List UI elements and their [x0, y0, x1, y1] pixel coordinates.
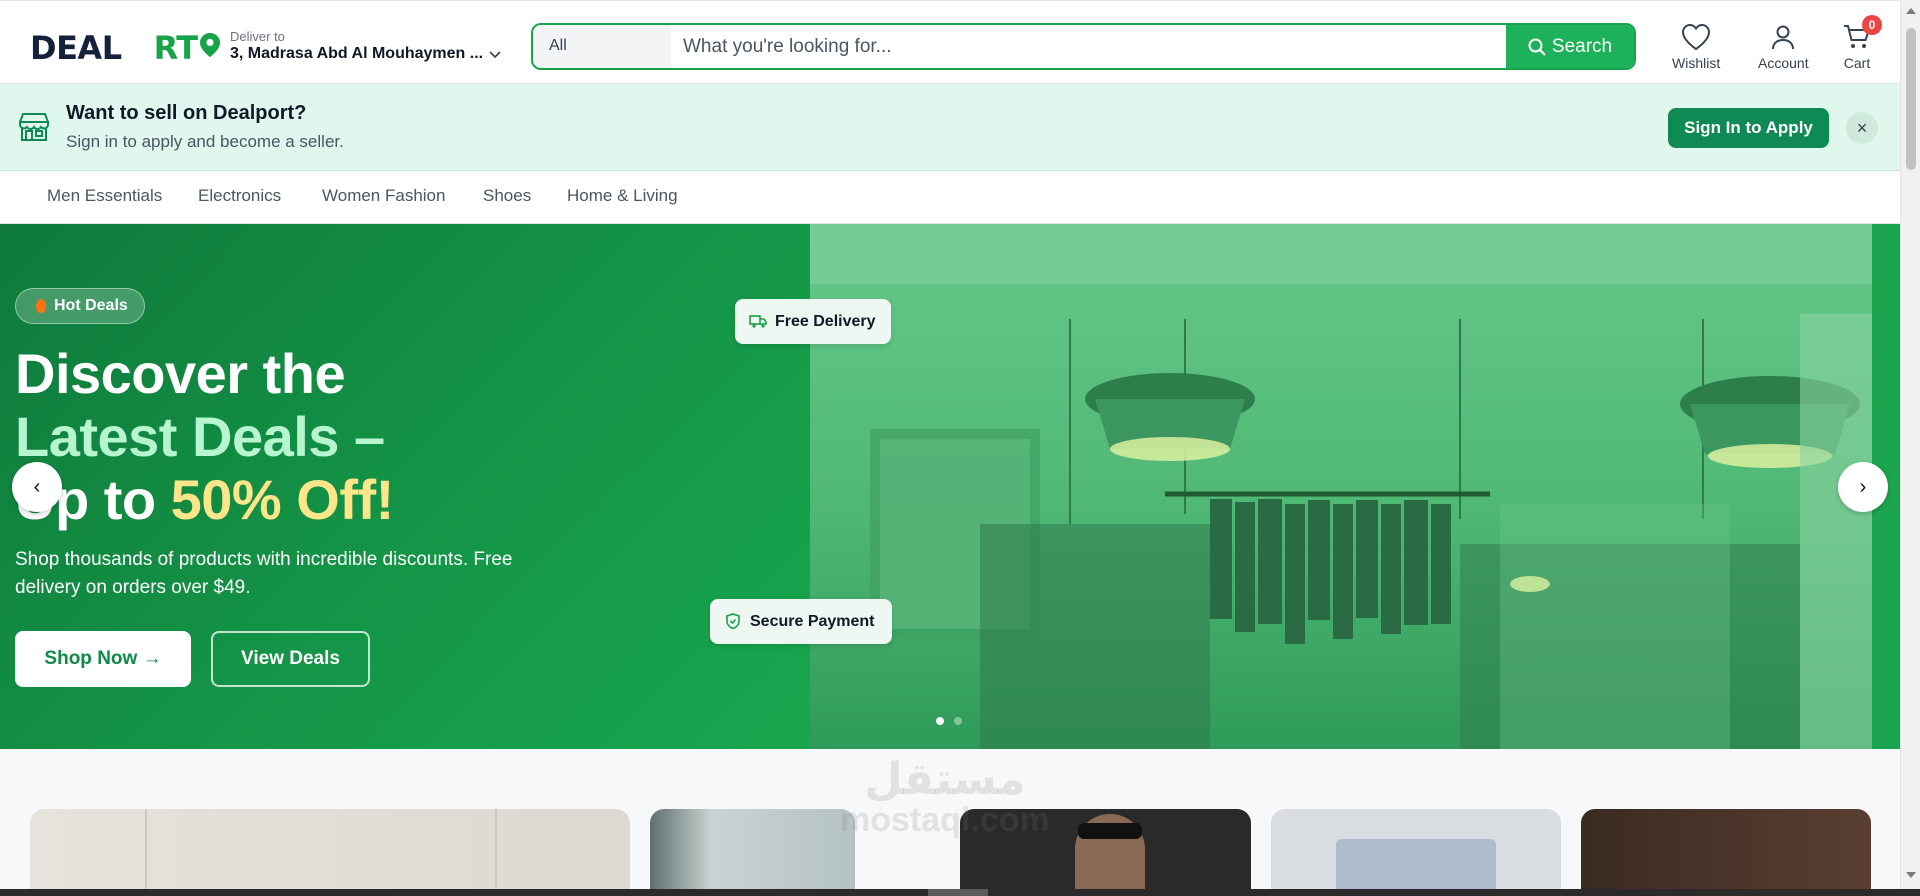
account-label: Account	[1758, 55, 1809, 71]
carousel-dot[interactable]	[954, 717, 962, 725]
carousel-prev-button[interactable]: ‹	[12, 462, 62, 512]
free-delivery-label: Free Delivery	[775, 313, 876, 330]
scroll-up-icon[interactable]	[1906, 8, 1916, 14]
deliver-label: Deliver to	[230, 29, 285, 44]
category-women-fashion[interactable]: Women Fashion	[322, 186, 445, 206]
scroll-down-icon[interactable]	[1906, 872, 1916, 878]
deliver-address: 3, Madrasa Abd Al Mouhaymen ...	[230, 45, 484, 62]
cart-label: Cart	[1843, 55, 1871, 71]
sign-in-to-apply-button[interactable]: Sign In to Apply	[1668, 108, 1829, 148]
horizontal-scrollbar[interactable]	[0, 889, 1920, 896]
category-electronics[interactable]: Electronics	[198, 186, 281, 206]
free-delivery-pill: Free Delivery	[735, 299, 891, 344]
carousel-dot-active[interactable]	[936, 717, 944, 725]
promo-card[interactable]	[1271, 809, 1561, 896]
vertical-scrollbar[interactable]	[1900, 0, 1920, 896]
secure-payment-pill: Secure Payment	[710, 599, 892, 644]
search-button[interactable]: Search	[1506, 25, 1634, 68]
promo-card[interactable]	[1581, 809, 1871, 896]
promo-card[interactable]	[650, 809, 855, 896]
category-men-essentials[interactable]: Men Essentials	[47, 186, 162, 206]
watermark-arabic: مستقل	[864, 755, 1026, 804]
location-pin-icon	[200, 33, 220, 57]
account-button[interactable]: Account	[1758, 23, 1809, 71]
close-icon[interactable]: ×	[1846, 112, 1878, 144]
cart-button[interactable]: 0 Cart	[1842, 15, 1882, 71]
search-bar: All Search	[531, 23, 1636, 70]
view-deals-button[interactable]: View Deals	[211, 631, 370, 687]
horizontal-scrollbar-thumb[interactable]	[928, 889, 988, 896]
category-shoes[interactable]: Shoes	[483, 186, 531, 206]
search-input[interactable]	[683, 25, 1503, 68]
watermark-latin: mostaql.com	[840, 801, 1050, 839]
category-nav: Men Essentials Electronics Women Fashion…	[0, 172, 1900, 224]
seller-banner-subtitle: Sign in to apply and become a seller.	[66, 132, 344, 151]
hero-discount-highlight: 50% Off!	[170, 468, 395, 531]
secure-payment-label: Secure Payment	[750, 613, 875, 630]
search-button-label: Search	[1551, 35, 1613, 57]
page: DEAL RT Deliver to 3, Madrasa Abd Al Mouh…	[0, 0, 1920, 896]
carousel-dots	[936, 712, 972, 730]
dealport-logo[interactable]: DEAL RT	[30, 29, 198, 469]
mostaql-watermark: مستقل mostaql.com	[840, 755, 1050, 840]
heart-icon	[1682, 23, 1711, 51]
hot-deals-badge: Hot Deals	[15, 288, 145, 324]
shop-now-button[interactable]: Shop Now →	[15, 631, 191, 687]
hero-carousel: Hot Deals Discover the Latest Deals – Up…	[0, 224, 1900, 749]
wishlist-button[interactable]: Wishlist	[1672, 23, 1720, 71]
seller-banner-title: Want to sell on Dealport?	[66, 102, 307, 124]
shield-icon	[726, 613, 740, 629]
hero-headline: Discover the Latest Deals – Up to 50% Of…	[15, 342, 394, 531]
truck-icon	[749, 315, 767, 328]
hero-headline-line1: Discover the	[15, 342, 346, 405]
cart-count-badge: 0	[1862, 15, 1882, 35]
hero-headline-line3: Up to 50% Off!	[15, 468, 394, 531]
top-header: DEAL RT Deliver to 3, Madrasa Abd Al Mouh…	[0, 0, 1900, 469]
search-category-select[interactable]: All	[533, 25, 671, 68]
carousel-next-button[interactable]: ›	[1838, 462, 1888, 512]
promo-card[interactable]	[30, 809, 630, 896]
category-home-living[interactable]: Home & Living	[567, 186, 678, 206]
fire-icon	[36, 299, 46, 313]
search-icon	[1528, 38, 1546, 56]
wishlist-label: Wishlist	[1672, 55, 1721, 71]
user-icon	[1772, 25, 1795, 50]
hot-deals-label: Hot Deals	[54, 297, 128, 314]
chevron-down-icon	[489, 51, 501, 59]
hero-subtitle: Shop thousands of products with incredib…	[15, 549, 513, 598]
store-icon	[19, 113, 49, 141]
scrollbar-thumb[interactable]	[1906, 28, 1916, 170]
boutique-illustration	[810, 224, 1872, 749]
seller-banner: Want to sell on Dealport? Sign in to app…	[0, 84, 1900, 171]
hero-store-photo	[810, 224, 1872, 749]
hero-headline-line2: Latest Deals –	[15, 405, 385, 468]
